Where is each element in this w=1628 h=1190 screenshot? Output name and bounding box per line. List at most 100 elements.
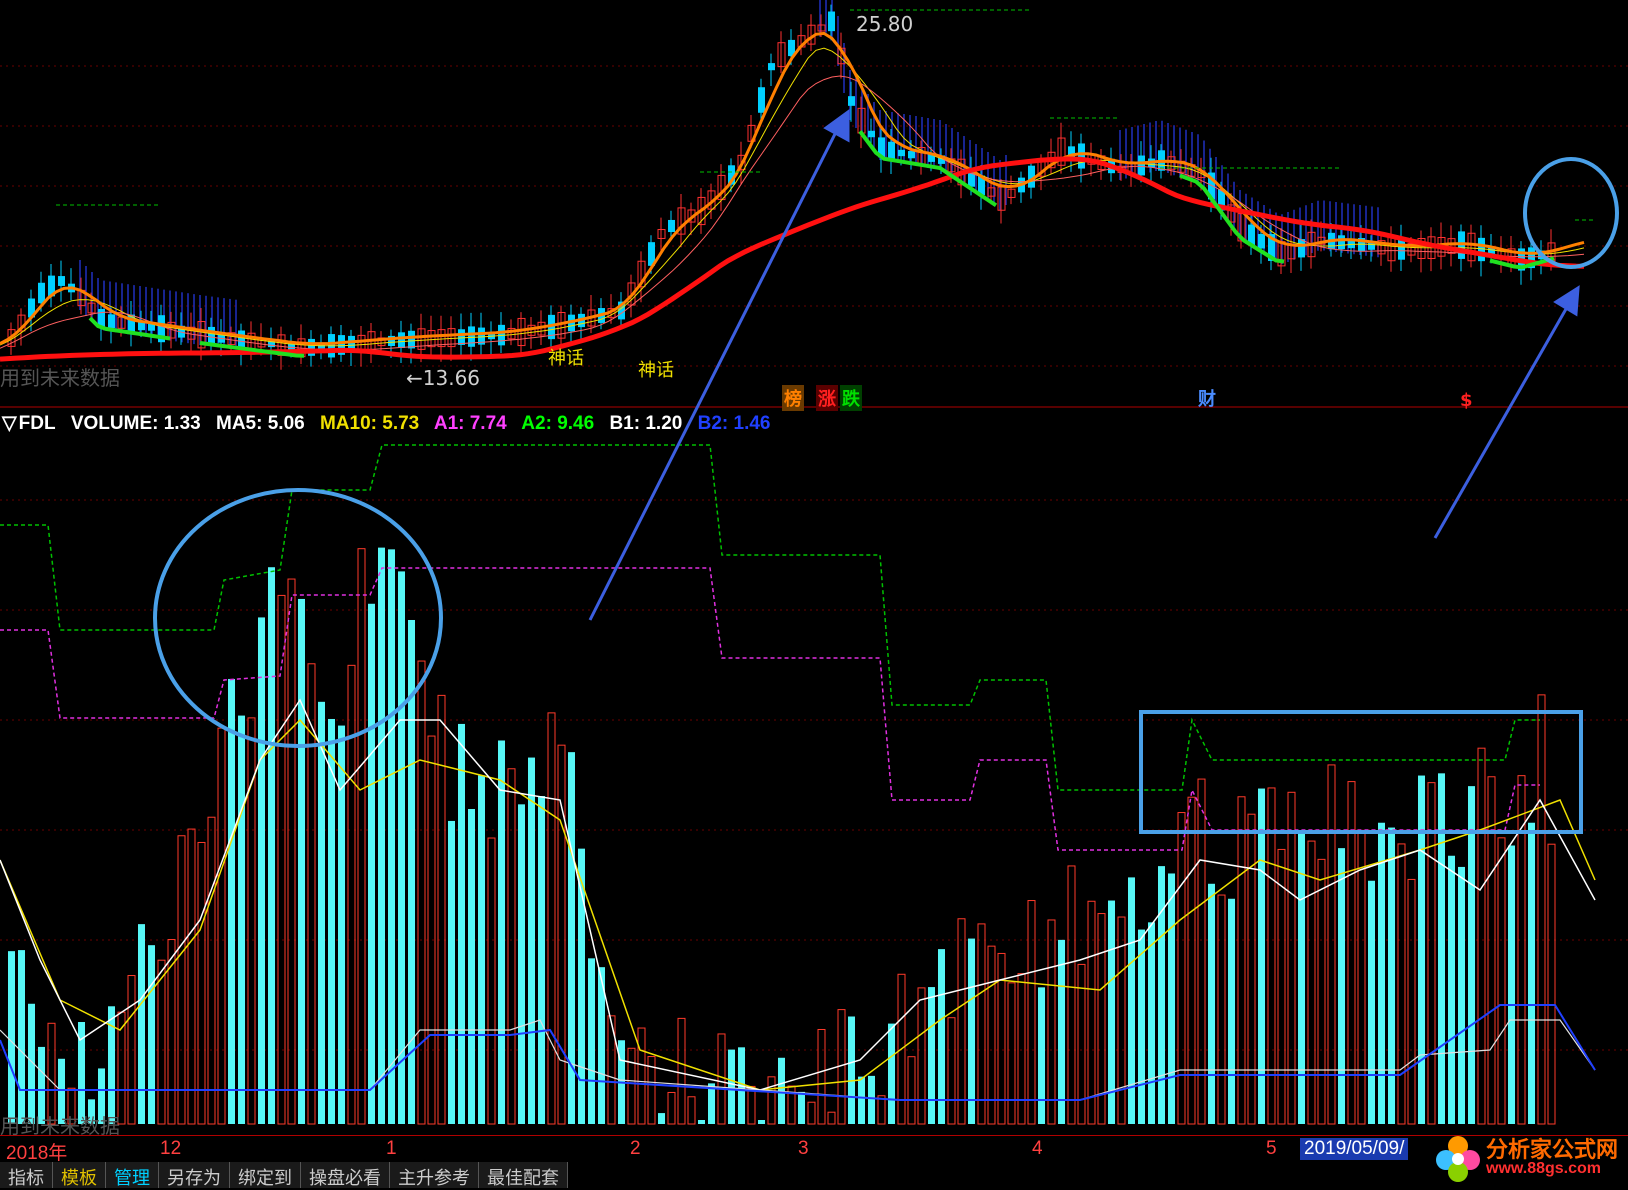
volume-bar <box>187 828 196 1125</box>
volume-bar <box>1458 866 1465 1124</box>
volume-bar <box>18 950 25 1124</box>
volume-bar <box>938 949 945 1124</box>
tab-bind-to[interactable]: 绑定到 <box>230 1162 301 1189</box>
volume-bar <box>1547 843 1556 1125</box>
pinwheel-logo-icon <box>1436 1136 1480 1182</box>
volume-bar <box>427 735 436 1125</box>
volume-bar <box>627 1047 636 1125</box>
volume-bar <box>1047 919 1056 1125</box>
volume-bar <box>1158 866 1165 1124</box>
tab-indicator[interactable]: 指标 <box>0 1162 53 1189</box>
volume-bar <box>458 723 465 1124</box>
candle-body <box>828 11 835 32</box>
volume-bar <box>698 1120 705 1124</box>
tab-manage[interactable]: 管理 <box>106 1162 159 1189</box>
candle-body <box>468 326 475 347</box>
volume-bar <box>798 1091 805 1124</box>
legend-b2: B2: 1.46 <box>697 413 771 434</box>
volume-bar <box>1277 848 1286 1125</box>
candle-body <box>58 276 65 286</box>
volume-bar <box>498 740 505 1124</box>
volume-bar <box>1468 786 1475 1124</box>
volume-bar <box>827 1111 836 1125</box>
volume-bar <box>1477 747 1486 1125</box>
volume-bar <box>817 1028 826 1125</box>
volume-bar <box>388 549 395 1124</box>
tab-template[interactable]: 模板 <box>53 1162 106 1189</box>
volume-bar <box>1388 827 1395 1124</box>
event-badge[interactable]: 跌 <box>840 385 862 411</box>
volume-bar <box>1247 813 1256 1125</box>
volume-bar <box>687 1096 696 1125</box>
volume-bar <box>868 1075 875 1124</box>
volume-bar <box>807 1101 816 1125</box>
tab-save-as[interactable]: 另存为 <box>159 1162 230 1189</box>
time-axis[interactable]: 2018年 12 1 2 3 4 5 2019/05/09/ <box>0 1135 1628 1164</box>
volume-bar <box>987 945 996 1125</box>
indicator-name: FDL <box>18 413 56 434</box>
volume-bar <box>1497 837 1506 1125</box>
candle-body <box>1478 237 1485 262</box>
event-badge[interactable]: 涨 <box>816 385 838 411</box>
volume-bar <box>177 835 186 1125</box>
event-badge[interactable]: 财 <box>1196 385 1218 411</box>
volume-bar <box>888 1023 895 1124</box>
volume-bar <box>417 660 426 1125</box>
volume-bar <box>1087 900 1096 1125</box>
volume-bar <box>1168 873 1175 1124</box>
volume-bar <box>357 548 366 1125</box>
volume-bar <box>197 841 206 1125</box>
volume-bar <box>1117 916 1126 1125</box>
volume-bar <box>588 958 595 1124</box>
high-price-label: 25.80 <box>856 12 914 36</box>
ma-yellow-line <box>0 47 1585 347</box>
price-grid <box>0 65 1628 367</box>
volume-bar <box>1217 894 1226 1125</box>
legend-ma5: MA5: 5.06 <box>216 413 305 434</box>
volume-bar <box>917 987 926 1125</box>
volume-bar <box>1407 878 1416 1125</box>
volume-bar <box>667 1091 676 1125</box>
volume-bar <box>398 571 405 1124</box>
tab-best-match[interactable]: 最佳配套 <box>479 1162 568 1189</box>
volume-bar <box>557 744 566 1125</box>
signal-label: 神话 <box>548 348 584 369</box>
tab-main-rise[interactable]: 主升参考 <box>390 1162 479 1189</box>
volume-bar <box>478 775 485 1124</box>
volume-bar <box>968 938 975 1124</box>
volume-bar <box>1148 922 1155 1124</box>
volume-bar <box>298 598 305 1124</box>
candle-body <box>1078 143 1085 169</box>
volume-bar <box>1228 898 1235 1124</box>
volume-bar <box>47 1022 56 1125</box>
event-badge[interactable]: $ <box>1458 390 1475 411</box>
candle-body <box>848 96 855 106</box>
volume-bar <box>1017 973 1026 1125</box>
volume-bar <box>287 578 296 1125</box>
ma-pink-line <box>0 75 1585 351</box>
tab-must-see[interactable]: 操盘必看 <box>301 1162 390 1189</box>
volume-bar <box>1208 883 1215 1124</box>
volume-bar <box>1537 694 1546 1125</box>
volume-bar <box>217 727 226 1125</box>
stock-chart[interactable] <box>0 0 1628 1134</box>
volume-bar <box>858 1076 865 1124</box>
legend-prefix[interactable]: ▽ <box>2 413 17 434</box>
volume-bar <box>747 1085 756 1125</box>
indicator-legend: ▽ FDL VOLUME: 1.33 MA5: 5.06 MA10: 5.73 A… <box>2 412 780 435</box>
candle-body <box>458 329 465 345</box>
volume-bar <box>677 1017 686 1125</box>
volume-bar <box>167 939 176 1125</box>
candle-body <box>38 282 45 304</box>
volume-bar <box>928 987 935 1124</box>
future-data-watermark: 用到未来数据 <box>0 366 120 390</box>
candle-body <box>1338 235 1345 250</box>
volume-bar <box>487 837 496 1125</box>
volume-bar <box>1307 840 1316 1125</box>
event-badge[interactable]: 榜 <box>782 385 804 411</box>
legend-a1: A1: 7.74 <box>433 413 507 434</box>
volume-bar <box>1528 822 1535 1124</box>
volume-bar <box>658 1113 665 1124</box>
volume-bar <box>637 1027 646 1125</box>
axis-tick: 2 <box>630 1138 641 1159</box>
